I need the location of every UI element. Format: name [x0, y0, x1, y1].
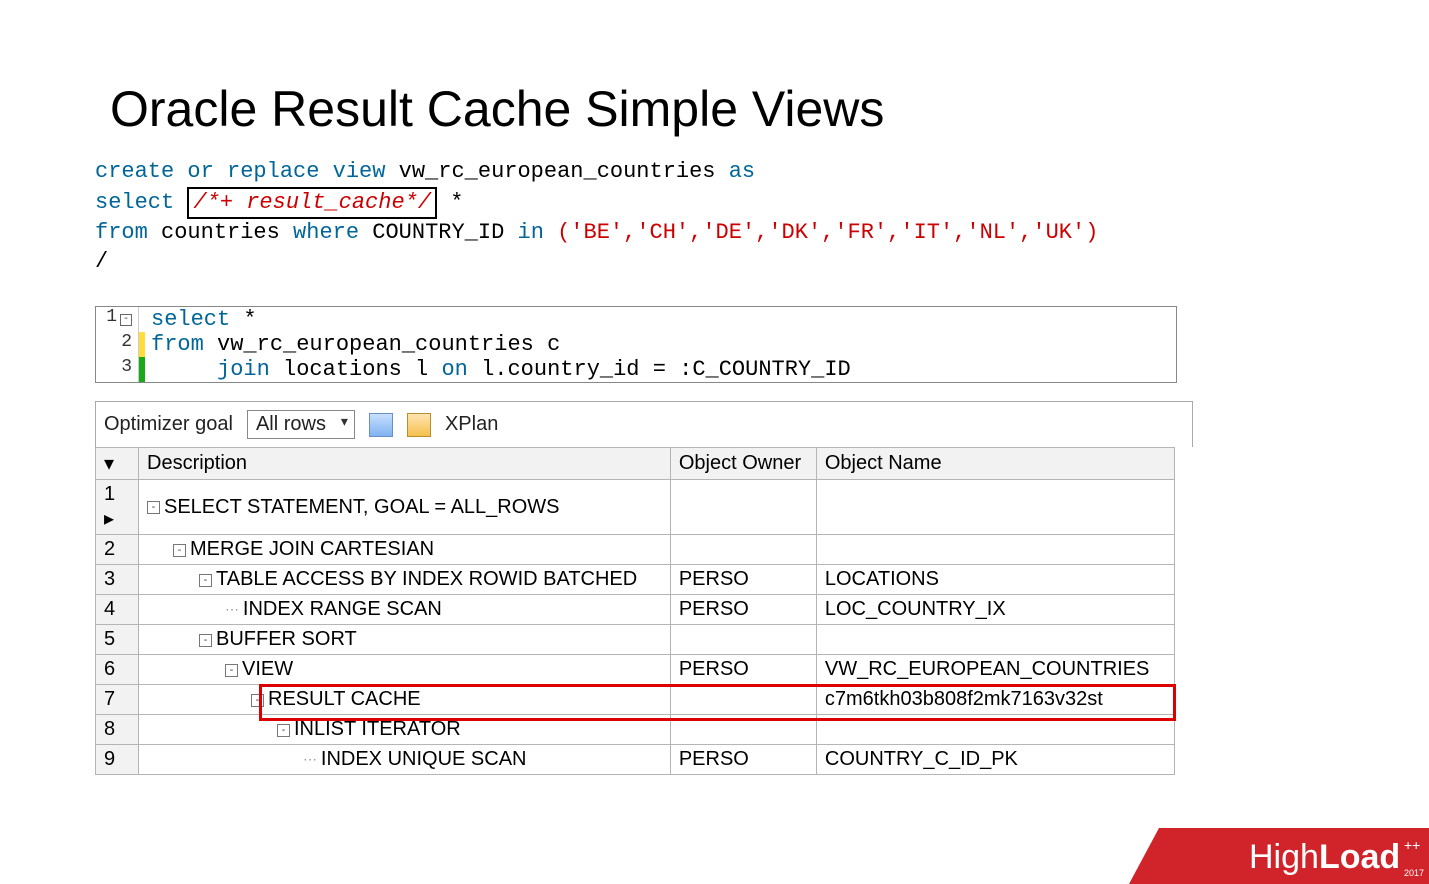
plan-description-cell: -SELECT STATEMENT, GOAL = ALL_ROWS: [139, 480, 671, 535]
sql-keyword: as: [729, 159, 755, 184]
plan-row-number: 7: [96, 685, 139, 715]
code-text[interactable]: select *: [145, 307, 1176, 332]
plan-row[interactable]: 4⋯ INDEX RANGE SCANPERSOLOC_COUNTRY_IX: [96, 595, 1175, 625]
sql-keyword: in: [518, 220, 544, 245]
slide-title: Oracle Result Cache Simple Views: [110, 80, 1429, 138]
tree-toggle-icon[interactable]: -: [251, 694, 264, 707]
plan-row-number: 2: [96, 535, 139, 565]
svg-text:HighLoad: HighLoad: [1249, 838, 1400, 876]
plan-object-cell: c7m6tkh03b808f2mk7163v32st: [816, 685, 1174, 715]
plan-owner-cell: [670, 715, 816, 745]
plan-owner-cell: PERSO: [670, 565, 816, 595]
editor-line[interactable]: 1-select *: [96, 307, 1176, 332]
plan-row[interactable]: 2-MERGE JOIN CARTESIAN: [96, 535, 1175, 565]
line-number: 3: [96, 357, 139, 382]
plan-row-number: 6: [96, 655, 139, 685]
sql-keyword: from: [95, 220, 148, 245]
plan-object-cell: LOC_COUNTRY_IX: [816, 595, 1174, 625]
col-object-owner[interactable]: Object Owner: [670, 448, 816, 480]
sql-identifier: vw_rc_european_countries: [399, 159, 716, 184]
plan-description-cell: -VIEW: [139, 655, 671, 685]
code-text[interactable]: from vw_rc_european_countries c: [145, 332, 1176, 357]
sql-editor[interactable]: 1-select *2from vw_rc_european_countries…: [95, 306, 1177, 383]
sql-keyword: create or replace view: [95, 159, 385, 184]
plan-row-number: 5: [96, 625, 139, 655]
plan-description-cell: ⋯ INDEX UNIQUE SCAN: [139, 745, 671, 775]
sql-terminator: /: [95, 248, 1429, 277]
toolbar-icon-1[interactable]: [369, 413, 393, 437]
tree-toggle-icon[interactable]: -: [173, 544, 186, 557]
sql-block-1: create or replace view vw_rc_european_co…: [95, 158, 1429, 276]
plan-owner-cell: [670, 535, 816, 565]
tree-toggle-icon[interactable]: -: [277, 724, 290, 737]
plan-row-number: 3: [96, 565, 139, 595]
editor-line[interactable]: 3 join locations l on l.country_id = :C_…: [96, 357, 1176, 382]
plan-description-cell: -TABLE ACCESS BY INDEX ROWID BATCHED: [139, 565, 671, 595]
plan-owner-cell: PERSO: [670, 595, 816, 625]
sql-string-list: ('BE','CH','DE','DK','FR','IT','NL','UK'…: [557, 220, 1098, 245]
plan-owner-cell: [670, 480, 816, 535]
toolbar-icon-2[interactable]: [407, 413, 431, 437]
explain-plan-table: ▾ Description Object Owner Object Name 1…: [95, 447, 1175, 775]
optimizer-goal-combo[interactable]: All rows: [247, 410, 355, 439]
plan-row[interactable]: 7-RESULT CACHE c7m6tkh03b808f2mk7163v32st: [96, 685, 1175, 715]
plan-row-number: 9: [96, 745, 139, 775]
plan-row[interactable]: 9⋯ INDEX UNIQUE SCANPERSOCOUNTRY_C_ID_PK: [96, 745, 1175, 775]
highload-logo: HighLoad ++ 2017: [1129, 828, 1429, 884]
plan-description-cell: -INLIST ITERATOR: [139, 715, 671, 745]
logo-bold: Load: [1319, 838, 1400, 876]
plan-row-number: 4: [96, 595, 139, 625]
plan-object-cell: [816, 625, 1174, 655]
sql-hint: /*+ result_cache*/: [193, 190, 431, 215]
col-description[interactable]: Description: [139, 448, 671, 480]
optimizer-goal-label: Optimizer goal: [104, 413, 233, 436]
line-number: 2: [96, 332, 139, 357]
xplan-label[interactable]: XPlan: [445, 413, 498, 436]
logo-year: 2017: [1404, 868, 1424, 878]
plan-description-cell: ⋯ INDEX RANGE SCAN: [139, 595, 671, 625]
plan-object-cell: COUNTRY_C_ID_PK: [816, 745, 1174, 775]
explain-plan-panel: ▾ Description Object Owner Object Name 1…: [0, 447, 1429, 775]
plan-owner-cell: PERSO: [670, 655, 816, 685]
plan-toolbar: Optimizer goal All rows XPlan: [95, 401, 1193, 447]
plan-description-cell: -BUFFER SORT: [139, 625, 671, 655]
logo-suffix: ++: [1404, 837, 1420, 853]
sql-keyword: where: [293, 220, 359, 245]
result-cache-hint-box: /*+ result_cache*/: [187, 187, 437, 220]
tree-toggle-icon[interactable]: -: [225, 664, 238, 677]
col-object-name[interactable]: Object Name: [816, 448, 1174, 480]
plan-row[interactable]: 1 ▸-SELECT STATEMENT, GOAL = ALL_ROWS: [96, 480, 1175, 535]
sql-keyword: select: [95, 190, 174, 215]
plan-row[interactable]: 5-BUFFER SORT: [96, 625, 1175, 655]
plan-owner-cell: [670, 685, 816, 715]
plan-row[interactable]: 6-VIEWPERSOVW_RC_EUROPEAN_COUNTRIES: [96, 655, 1175, 685]
plan-description-cell: -MERGE JOIN CARTESIAN: [139, 535, 671, 565]
plan-owner-cell: [670, 625, 816, 655]
fold-icon[interactable]: -: [120, 314, 132, 326]
row-header-menu[interactable]: ▾: [96, 448, 139, 480]
code-text[interactable]: join locations l on l.country_id = :C_CO…: [145, 357, 1176, 382]
plan-row-number: 8: [96, 715, 139, 745]
sql-identifier: countries: [161, 220, 280, 245]
plan-object-cell: LOCATIONS: [816, 565, 1174, 595]
tree-toggle-icon[interactable]: -: [199, 574, 212, 587]
tree-toggle-icon[interactable]: -: [199, 634, 212, 647]
sql-identifier: COUNTRY_ID: [372, 220, 504, 245]
plan-row[interactable]: 8-INLIST ITERATOR: [96, 715, 1175, 745]
plan-description-cell: -RESULT CACHE: [139, 685, 671, 715]
plan-row-number: 1 ▸: [96, 480, 139, 535]
plan-row[interactable]: 3-TABLE ACCESS BY INDEX ROWID BATCHEDPER…: [96, 565, 1175, 595]
sql-star: *: [450, 190, 463, 215]
plan-object-cell: VW_RC_EUROPEAN_COUNTRIES: [816, 655, 1174, 685]
plan-object-cell: [816, 715, 1174, 745]
plan-object-cell: [816, 535, 1174, 565]
editor-line[interactable]: 2from vw_rc_european_countries c: [96, 332, 1176, 357]
line-number: 1-: [96, 307, 139, 332]
plan-object-cell: [816, 480, 1174, 535]
logo-pre: High: [1249, 838, 1319, 876]
tree-toggle-icon[interactable]: -: [147, 501, 160, 514]
plan-owner-cell: PERSO: [670, 745, 816, 775]
